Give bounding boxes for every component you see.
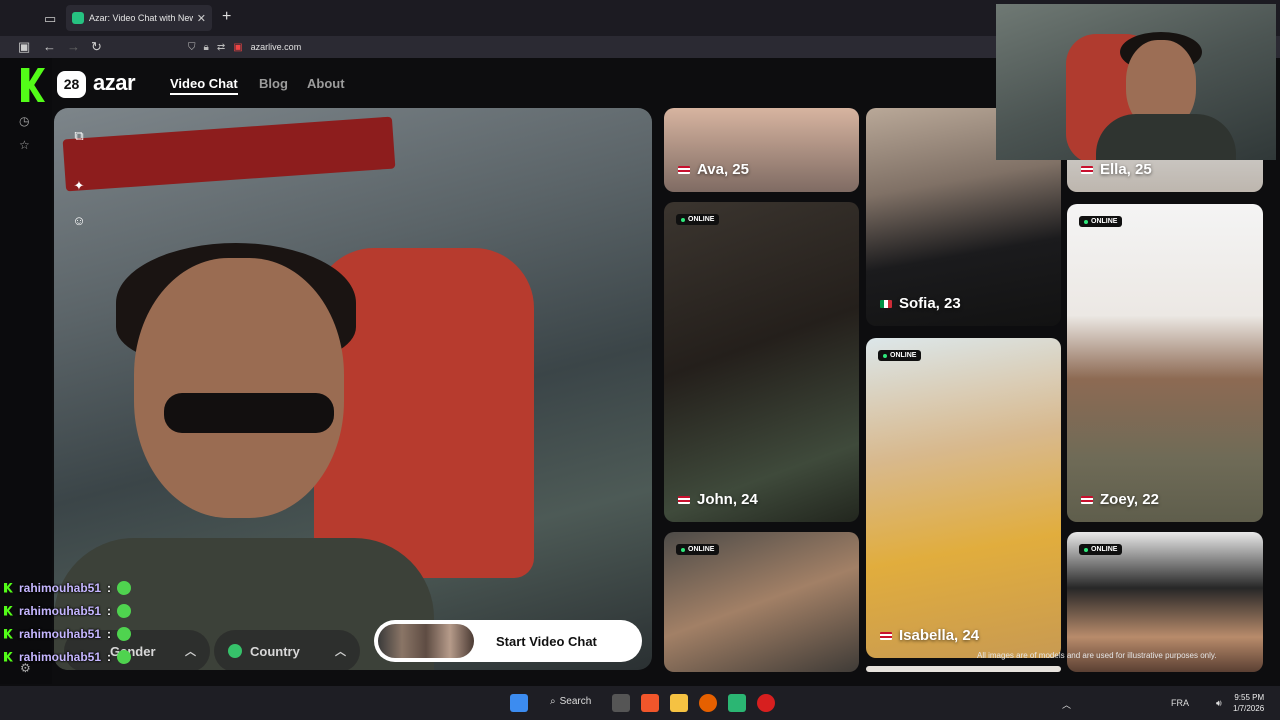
file-explorer-icon[interactable] (670, 694, 688, 712)
kick-badge-icon (4, 628, 13, 639)
clock-time: 9:55 PM (1234, 693, 1265, 702)
chevron-up-icon: ︿ (185, 646, 196, 658)
windows-taskbar: ⌕ Search ︿ 🔊︎ FRA 9:55 PM 1/7/2026 (0, 686, 1280, 720)
online-badge: ONLINE (676, 214, 720, 225)
tab-list-icon[interactable]: ▭ (44, 11, 56, 27)
effects-sparkle-icon[interactable]: ✦ (71, 178, 87, 194)
clock-date: 1/7/2026 (1233, 704, 1265, 713)
profile-card[interactable]: ONLINE John, 24 (664, 202, 859, 522)
chat-message: rahimouhab51: (4, 599, 132, 622)
country-label: Country (250, 643, 300, 659)
nav-about[interactable]: About (307, 76, 345, 91)
volume-icon[interactable]: 🔊︎ (1216, 698, 1222, 709)
settings-gear-icon[interactable]: ⚙ (20, 661, 31, 675)
firefox-icon[interactable] (699, 694, 717, 712)
profile-card[interactable]: ONLINE Isabella, 24 (866, 338, 1061, 658)
permissions-icon: ⇄ (216, 41, 226, 53)
profile-name: Isabella, 24 (880, 627, 979, 644)
online-badge: ONLINE (1079, 544, 1123, 555)
mask-face-icon[interactable]: ☺ (71, 213, 87, 229)
system-clock[interactable]: 9:55 PM 1/7/2026 (1233, 692, 1264, 714)
address-bar[interactable]: ⛉ 🔒︎ ⇄ ▣ azarlive.com (188, 38, 988, 56)
person-face (134, 258, 344, 518)
bookmarks-icon[interactable]: ☆ (19, 138, 30, 152)
brave-icon[interactable] (641, 694, 659, 712)
history-icon[interactable]: ◷ (19, 114, 29, 128)
us-flag-icon (678, 495, 690, 504)
azar-logo-text[interactable]: azar (93, 70, 136, 96)
shield-icon: ⛉ (188, 41, 196, 53)
url-text: azarlive.com (250, 42, 302, 52)
search-icon: ⌕ (550, 696, 556, 707)
it-flag-icon (880, 299, 892, 308)
tray-chevron-icon[interactable]: ︿ (1062, 698, 1071, 711)
profile-card[interactable]: ONLINE Zoey, 22 (1067, 204, 1263, 522)
taskbar-search[interactable]: ⌕ Search (550, 696, 591, 707)
back-icon[interactable]: ← (43, 39, 56, 54)
lock-icon: 🔒︎ (203, 41, 209, 53)
chevron-up-icon: ︿ (335, 646, 346, 658)
us-flag-icon (678, 165, 690, 174)
new-tab-icon[interactable]: + (222, 8, 231, 26)
illustrative-disclaimer: All images are of models and are used fo… (977, 651, 1217, 660)
windows-start-icon[interactable] (510, 694, 528, 712)
kick-badge-icon (4, 651, 13, 662)
profile-card[interactable]: Ava, 25 (664, 108, 859, 192)
language-indicator[interactable]: FRA (1171, 698, 1189, 708)
profile-card[interactable]: ONLINE (664, 532, 859, 672)
online-badge: ONLINE (1079, 216, 1123, 227)
kick-app-icon[interactable] (728, 694, 746, 712)
webcam-body (1096, 114, 1236, 160)
country-selector[interactable]: Country ︿ (214, 630, 360, 670)
streamer-webcam-overlay (996, 4, 1276, 160)
emote-icon (117, 603, 132, 618)
emote-icon (117, 626, 132, 641)
kick-badge-icon (4, 582, 13, 593)
globe-icon (228, 644, 242, 658)
online-badge: ONLINE (676, 544, 720, 555)
reload-icon[interactable]: ↻ (91, 39, 102, 55)
close-tab-icon[interactable]: ✕ (197, 12, 206, 25)
profile-name: Ella, 25 (1081, 161, 1152, 178)
kick-badge-icon (4, 605, 13, 616)
nav-video-chat[interactable]: Video Chat (170, 76, 238, 95)
camera-in-use-icon: ▣ (233, 41, 243, 53)
online-badge: ONLINE (878, 350, 922, 361)
task-view-icon[interactable] (612, 694, 630, 712)
tab-title: Azar: Video Chat with New People (89, 13, 193, 23)
browser-tab[interactable]: Azar: Video Chat with New People ✕ (66, 5, 212, 31)
profile-name: Zoey, 22 (1081, 491, 1159, 508)
azar-favicon-icon (72, 12, 84, 24)
us-flag-icon (1081, 165, 1093, 174)
forward-icon[interactable]: → (67, 39, 80, 54)
local-video-preview: ⧉ ✦ ☺ Gender ︿ Country ︿ Start Video Cha… (54, 108, 652, 670)
record-app-icon[interactable] (757, 694, 775, 712)
emote-icon (117, 649, 132, 664)
stream-chat-overlay: rahimouhab51: rahimouhab51: rahimouhab51… (4, 576, 132, 668)
profile-card[interactable] (866, 666, 1061, 672)
wall-banner (62, 116, 396, 192)
chat-message: rahimouhab51: (4, 622, 132, 645)
start-video-chat-button[interactable]: Start Video Chat (374, 620, 642, 662)
profile-name: John, 24 (678, 491, 758, 508)
chat-message: rahimouhab51: (4, 576, 132, 599)
faces-avatars (378, 624, 474, 658)
sidebar-toggle-icon[interactable]: ▣ (18, 39, 30, 55)
sunglasses (164, 393, 334, 433)
emote-icon (117, 580, 132, 595)
pip-icon[interactable]: ⧉ (71, 128, 87, 144)
nav-blog[interactable]: Blog (259, 76, 288, 91)
profile-name: Sofia, 23 (880, 295, 961, 312)
us-flag-icon (880, 631, 892, 640)
start-video-chat-label: Start Video Chat (496, 633, 597, 649)
profile-name: Ava, 25 (678, 161, 749, 178)
us-flag-icon (1081, 495, 1093, 504)
azar-logo-badge[interactable]: 28 (57, 71, 86, 98)
